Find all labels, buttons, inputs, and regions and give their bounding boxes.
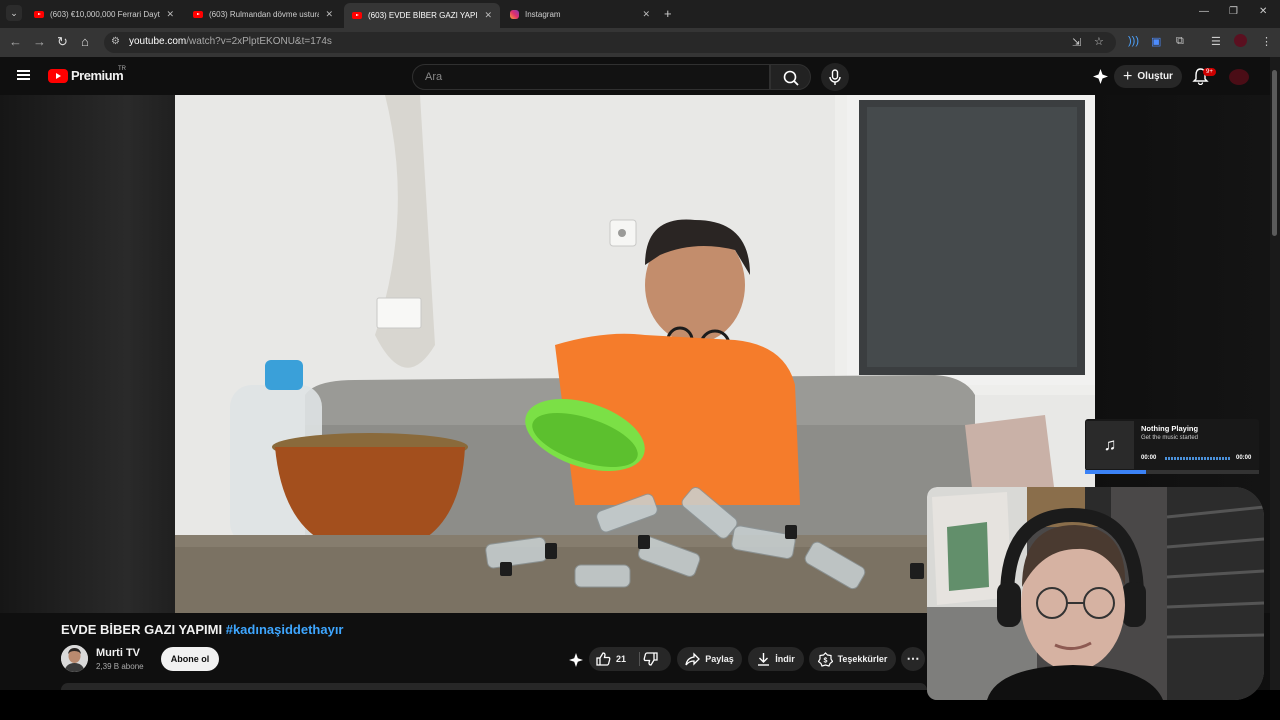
close-window-icon[interactable]: ✕ — [1259, 6, 1267, 17]
scrollbar-thumb[interactable] — [1272, 70, 1277, 236]
address-bar[interactable]: ⚙ youtube.com/watch?v=2xPlptEKONU&t=174s… — [104, 32, 1116, 53]
channel-avatar[interactable] — [61, 645, 88, 672]
minimize-icon[interactable]: — — [1199, 6, 1209, 17]
search-input[interactable] — [413, 65, 769, 89]
webcam-overlay — [927, 487, 1264, 700]
browser-tab-title: (603) Rulmandan dövme ustura — [209, 9, 320, 19]
voice-search-button[interactable] — [821, 63, 849, 91]
like-count: 21 — [616, 654, 627, 664]
subscriber-count: 2,39 B abone — [96, 662, 144, 671]
new-tab-button[interactable]: + — [664, 6, 672, 21]
dislike-button[interactable] — [643, 651, 667, 667]
restore-icon[interactable]: ❐ — [1229, 6, 1238, 17]
browser-menu-icon[interactable]: ⋮ — [1261, 35, 1272, 48]
plus-icon: + — [1123, 67, 1133, 85]
youtube-icon — [34, 10, 44, 18]
create-button[interactable]: + Oluştur — [1114, 65, 1182, 88]
now-playing-progress — [1085, 470, 1259, 474]
forward-icon[interactable]: → — [33, 34, 46, 49]
browser-toolbar: ← → ↻ ⌂ ⚙ youtube.com/watch?v=2xPlptEKON… — [0, 28, 1280, 57]
home-icon[interactable]: ⌂ — [81, 34, 89, 49]
music-note-icon: ♫ — [1086, 421, 1134, 469]
browser-tab-title: (603) €10,000,000 Ferrari Dayto — [50, 9, 161, 19]
menu-hamburger-icon[interactable] — [17, 70, 30, 80]
close-tab-icon[interactable]: ✕ — [166, 9, 174, 20]
country-code: TR — [118, 66, 126, 72]
extensions-puzzle-icon[interactable]: ⧉ — [1176, 35, 1184, 48]
youtube-icon — [352, 12, 362, 19]
more-dots-icon: ⋯ — [906, 651, 920, 666]
instagram-icon — [510, 9, 519, 19]
install-app-icon[interactable]: ⇲ — [1072, 36, 1081, 49]
subscribe-button[interactable]: Abone ol — [161, 647, 219, 671]
account-avatar[interactable] — [1229, 69, 1249, 85]
super-thanks-icon: $ — [817, 651, 833, 667]
download-button[interactable]: İndir — [748, 647, 804, 671]
now-playing-title: Nothing Playing — [1141, 424, 1199, 433]
now-playing-seek-bar[interactable] — [1165, 457, 1231, 460]
share-label: Paylaş — [705, 654, 734, 664]
close-tab-icon[interactable]: ✕ — [325, 9, 333, 20]
youtube-premium-logo[interactable]: Premium TR — [48, 66, 126, 83]
profile-avatar-icon[interactable] — [1234, 34, 1247, 47]
share-arrow-icon — [685, 652, 701, 666]
browser-tab-4[interactable]: Instagram ✕ — [502, 4, 658, 24]
video-title: EVDE BİBER GAZI YAPIMI #kadınaşiddethayı… — [61, 622, 344, 637]
download-label: İndir — [775, 654, 795, 664]
bookmark-star-icon[interactable]: ☆ — [1094, 35, 1104, 48]
tab-search-dropdown-icon[interactable]: ⌄ — [6, 5, 22, 21]
notification-count-badge: 9+ — [1203, 68, 1216, 76]
svg-text:$: $ — [823, 657, 827, 664]
now-playing-time-end: 00:00 — [1236, 455, 1252, 461]
description-box[interactable] — [61, 683, 927, 690]
reload-icon[interactable]: ↻ — [57, 34, 68, 50]
video-title-text: EVDE BİBER GAZI YAPIMI — [61, 622, 223, 637]
now-playing-progress-fill — [1085, 470, 1146, 474]
more-actions-button[interactable]: ⋯ — [901, 647, 925, 671]
share-button[interactable]: Paylaş — [677, 647, 742, 671]
thumbs-down-icon — [643, 652, 658, 666]
site-info-icon[interactable]: ⚙ — [111, 36, 120, 47]
channel-name[interactable]: Murti TV — [96, 647, 140, 659]
create-label: Oluştur — [1137, 71, 1173, 82]
youtube-icon — [193, 10, 203, 18]
now-playing-time-start: 00:00 — [1141, 455, 1157, 461]
thanks-label: Teşekkürler — [837, 654, 888, 664]
browser-tab-title: (603) EVDE BİBER GAZI YAPIMI — [368, 11, 479, 20]
search-box — [412, 64, 770, 90]
ask-ai-sparkle-icon[interactable] — [568, 652, 584, 668]
youtube-header: Premium TR + Oluştur 9+ — [0, 57, 1280, 95]
like-divider — [639, 652, 640, 666]
translate-icon[interactable]: ▣ — [1151, 35, 1161, 48]
now-playing-subtitle: Get the music started — [1141, 435, 1199, 441]
like-dislike-group: 21 — [589, 647, 671, 671]
thanks-button[interactable]: $ Teşekkürler — [809, 647, 896, 671]
back-icon[interactable]: ← — [9, 34, 22, 49]
browser-tab-title: Instagram — [525, 9, 561, 19]
webcam-feed-image — [927, 487, 1264, 700]
logo-text: Premium — [71, 68, 124, 83]
youtube-sparkle-icon[interactable] — [1092, 68, 1109, 85]
media-queue-icon[interactable]: ☰ — [1211, 35, 1221, 48]
thumbs-up-icon — [596, 652, 611, 666]
browser-tab-1[interactable]: (603) €10,000,000 Ferrari Dayto ✕ — [26, 4, 182, 24]
channel-avatar-image — [61, 645, 88, 672]
video-hashtag-link[interactable]: #kadınaşiddethayır — [226, 622, 344, 637]
browser-tab-strip: ⌄ (603) €10,000,000 Ferrari Dayto ✕ (603… — [0, 0, 1280, 28]
close-tab-icon[interactable]: ✕ — [642, 9, 650, 20]
search-icon — [783, 70, 799, 86]
close-tab-icon[interactable]: ✕ — [484, 10, 492, 21]
like-button[interactable]: 21 — [595, 647, 639, 671]
microphone-icon — [829, 69, 841, 85]
browser-tab-2[interactable]: (603) Rulmandan dövme ustura ✕ — [185, 4, 341, 24]
download-icon — [758, 653, 770, 666]
browser-tab-3-active[interactable]: (603) EVDE BİBER GAZI YAPIMI ✕ — [344, 3, 500, 28]
search-button[interactable] — [770, 64, 811, 90]
youtube-play-logo-icon — [48, 68, 68, 83]
extension-sound-icon[interactable]: ))) — [1128, 35, 1139, 47]
url-text: youtube.com/watch?v=2xPlptEKONU&t=174s — [129, 36, 332, 47]
